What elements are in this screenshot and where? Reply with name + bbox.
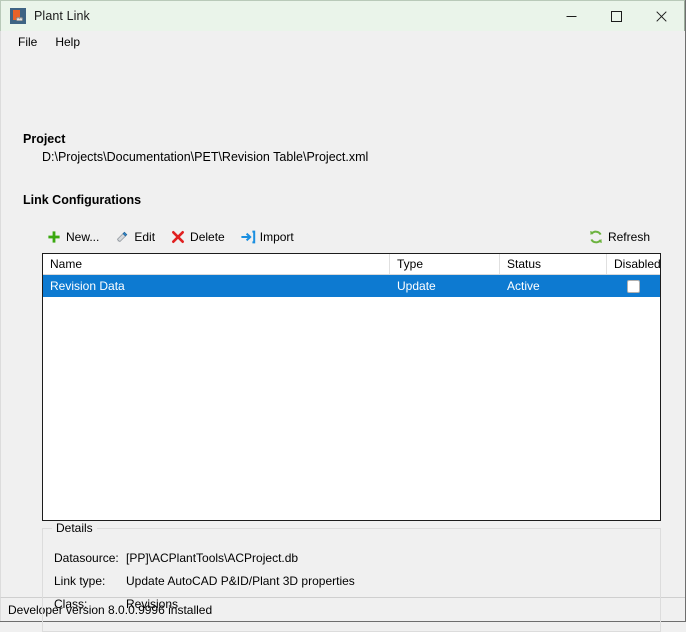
close-button[interactable] [639, 1, 684, 31]
link-type-label: Link type: [54, 574, 106, 588]
plant-link-app-icon [10, 8, 26, 24]
cell-status: Active [507, 279, 540, 293]
column-header-status[interactable]: Status [500, 254, 607, 274]
cell-disabled [607, 279, 660, 293]
edit-button-label: Edit [134, 230, 156, 244]
menu-bar: File Help [0, 31, 685, 54]
project-path-value: D:\Projects\Documentation\PET\Revision T… [42, 150, 369, 164]
table-row[interactable]: Revision Data Update Active [43, 275, 660, 297]
new-button[interactable]: New... [42, 227, 106, 247]
x-delete-icon [172, 230, 185, 243]
refresh-button-label: Refresh [607, 230, 650, 244]
class-label: Class: [54, 597, 88, 611]
minimize-icon [566, 15, 577, 17]
datasource-label: Datasource: [54, 551, 119, 565]
column-header-disabled[interactable]: Disabled [607, 254, 660, 274]
link-configurations-listview[interactable]: Name Type Status Disabled Revision Data … [42, 253, 661, 521]
cell-type: Update [397, 279, 436, 293]
minimize-button[interactable] [549, 1, 594, 31]
link-configurations-toolbar: New... Edit Delete Import Refresh [42, 226, 661, 248]
menu-item-help[interactable]: Help [46, 32, 89, 53]
maximize-icon [611, 10, 622, 22]
project-heading: Project [23, 132, 66, 146]
new-button-label: New... [66, 230, 100, 244]
window-controls [549, 1, 684, 31]
listview-header: Name Type Status Disabled [43, 254, 660, 275]
class-value: Revisions [126, 597, 179, 611]
import-button[interactable]: Import [236, 227, 301, 247]
app-window: Plant Link File Help Project D:\Projects… [0, 0, 686, 632]
details-legend: Details [52, 521, 97, 535]
client-area: Project D:\Projects\Documentation\PET\Re… [0, 54, 685, 632]
menu-item-file[interactable]: File [9, 32, 46, 53]
pencil-icon [117, 231, 128, 243]
link-type-value: Update AutoCAD P&ID/Plant 3D properties [126, 574, 355, 588]
delete-button-label: Delete [190, 230, 225, 244]
refresh-button[interactable]: Refresh [584, 227, 657, 247]
close-icon [656, 10, 667, 22]
window-title: Plant Link [34, 9, 90, 23]
disabled-checkbox[interactable] [627, 279, 640, 293]
import-button-label: Import [259, 230, 294, 244]
maximize-button[interactable] [594, 1, 639, 31]
link-configurations-heading: Link Configurations [23, 193, 142, 207]
plus-icon [48, 231, 60, 243]
column-header-name[interactable]: Name [43, 254, 390, 274]
delete-button[interactable]: Delete [166, 227, 232, 247]
details-groupbox: Details Datasource: [PP]\ACPlantTools\AC… [42, 521, 661, 632]
title-bar[interactable]: Plant Link [0, 0, 685, 31]
cell-name: Revision Data [50, 279, 125, 293]
datasource-value: [PP]\ACPlantTools\ACProject.db [126, 551, 299, 565]
edit-button[interactable]: Edit [110, 227, 162, 247]
column-header-type[interactable]: Type [390, 254, 500, 274]
refresh-icon [590, 230, 602, 244]
import-arrow-icon [241, 230, 255, 244]
